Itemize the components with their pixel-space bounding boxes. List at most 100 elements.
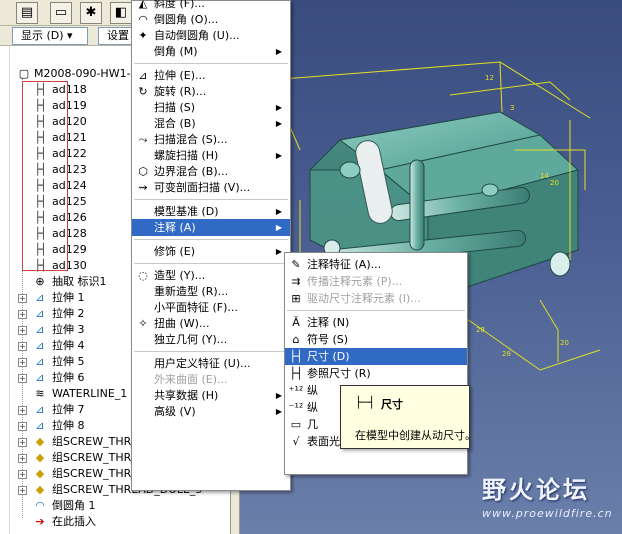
extrude-icon: ⊿ xyxy=(35,323,45,336)
menu-item: ⊞ 驱动尺寸注释元素 (I)... xyxy=(285,290,467,307)
menu-item-label: 外来曲面 (E)... xyxy=(154,373,228,386)
menu-item[interactable]: 高级 (V) ▶ xyxy=(132,403,290,420)
tree-view-icon[interactable]: ▤ xyxy=(16,2,38,24)
layer-icon[interactable]: ◧ xyxy=(110,2,132,24)
menu-item-label: 几 xyxy=(307,418,318,431)
round-icon: ◠ xyxy=(35,499,45,512)
submenu-arrow-icon: ▶ xyxy=(275,47,282,56)
menu-item: 外来曲面 (E)... xyxy=(132,371,290,388)
expand-icon[interactable]: + xyxy=(18,422,27,431)
tree-feature-label: 倒圆角 1 xyxy=(52,499,96,512)
expand-icon[interactable]: + xyxy=(18,374,27,383)
menu-item-label: 扭曲 (W)... xyxy=(154,317,210,330)
draft-icon: ◭ xyxy=(138,0,148,10)
menu-item[interactable]: ◠ 倒圆角 (O)... xyxy=(132,11,290,28)
menu-item[interactable]: ⇝ 可变剖面扫描 (V)... xyxy=(132,179,290,196)
menu-item[interactable]: ✎ 注释特征 (A)... xyxy=(285,256,467,273)
menu-item[interactable]: Ā 注释 (N) xyxy=(285,314,467,331)
menu-item[interactable]: ◌ 造型 (Y)... xyxy=(132,267,290,284)
submenu-arrow-icon: ▶ xyxy=(275,119,282,128)
star-icon[interactable]: ✱ xyxy=(80,2,102,24)
menu-item[interactable]: 混合 (B) ▶ xyxy=(132,115,290,132)
svg-text:20: 20 xyxy=(560,339,569,347)
tree-feature-label: 拉伸 2 xyxy=(52,307,85,320)
expand-icon[interactable]: + xyxy=(18,470,27,479)
menu-item[interactable]: 小平面特征 (F)... xyxy=(132,299,290,316)
tree-feature-label: 拉伸 3 xyxy=(52,323,85,336)
menu-item-label: 扫描 (S) xyxy=(154,101,196,114)
menu-item: ⇉ 传播注释元素 (P)... xyxy=(285,273,467,290)
watermark-url: www.proewildfire.cn xyxy=(482,507,613,520)
menu-item[interactable]: ✧ 扭曲 (W)... xyxy=(132,315,290,332)
menu-item[interactable]: 重新造型 (R)... xyxy=(132,283,290,300)
folder-icon[interactable]: ▭ xyxy=(50,2,72,24)
warp-icon: ✧ xyxy=(138,317,148,330)
submenu-arrow-icon: ▶ xyxy=(275,207,282,216)
svg-text:3: 3 xyxy=(510,104,514,112)
extrude-icon: ⊿ xyxy=(35,291,45,304)
menu-item[interactable]: 修饰 (E) ▶ xyxy=(132,243,290,260)
ordinate-ref-icon: ⁻¹² xyxy=(288,401,304,414)
menu-item-label: 注释特征 (A)... xyxy=(307,258,382,271)
expand-icon[interactable]: + xyxy=(18,342,27,351)
auto-round-icon: ✦ xyxy=(138,29,148,42)
extrude-icon: ⊿ xyxy=(35,419,45,432)
menu-item[interactable]: 用户定义特征 (U)... xyxy=(132,355,290,372)
menu-item[interactable]: ↻ 旋转 (R)... xyxy=(132,83,290,100)
driving-dim-icon: ⊞ xyxy=(291,292,301,305)
expand-icon[interactable]: + xyxy=(18,326,27,335)
expand-icon[interactable]: + xyxy=(18,454,27,463)
expand-icon[interactable]: + xyxy=(18,406,27,415)
menu-item[interactable]: 共享数据 (H) ▶ xyxy=(132,387,290,404)
expand-icon[interactable]: + xyxy=(18,294,27,303)
style-icon: ◌ xyxy=(138,269,148,282)
menu-item[interactable]: ├┤ 尺寸 (D) xyxy=(285,348,467,365)
ref-dim-icon: ├┤ xyxy=(289,367,303,380)
menu-item-label: 用户定义特征 (U)... xyxy=(154,357,251,370)
menu-item[interactable]: ⬡ 边界混合 (B)... xyxy=(132,163,290,180)
svg-text:28: 28 xyxy=(476,326,485,334)
expand-icon[interactable]: + xyxy=(18,358,27,367)
menu-separator xyxy=(287,310,465,311)
menu-item-label: 模型基准 (D) xyxy=(154,205,219,218)
submenu-arrow-icon: ▶ xyxy=(275,407,282,416)
expand-icon[interactable]: + xyxy=(18,438,27,447)
expand-icon[interactable]: + xyxy=(18,486,27,495)
menu-separator xyxy=(134,351,288,352)
menu-item[interactable]: ⌂ 符号 (S) xyxy=(285,331,467,348)
tree-feature-label: 拉伸 1 xyxy=(52,291,85,304)
menu-separator xyxy=(134,199,288,200)
menu-item-label: 驱动尺寸注释元素 (I)... xyxy=(307,292,421,305)
menu-item[interactable]: ⊿ 拉伸 (E)... xyxy=(132,67,290,84)
round-icon: ◠ xyxy=(138,13,148,26)
menu-item[interactable]: 螺旋扫描 (H) ▶ xyxy=(132,147,290,164)
screw-group-icon: ◆ xyxy=(35,483,45,496)
submenu-arrow-icon: ▶ xyxy=(275,247,282,256)
menu-item[interactable]: 注释 (A) ▶ xyxy=(132,219,290,236)
display-dropdown[interactable]: 显示 (D) ▾ xyxy=(12,27,88,45)
menu-item-label: 共享数据 (H) xyxy=(154,389,219,402)
menu-item-label: 纵 xyxy=(307,401,318,414)
menu-item[interactable]: 倒角 (M) ▶ xyxy=(132,43,290,60)
menu-separator xyxy=(134,239,288,240)
menu-item[interactable]: 独立几何 (Y)... xyxy=(132,331,290,348)
menu-item-label: 扫描混合 (S)... xyxy=(154,133,228,146)
menu-item[interactable]: 模型基准 (D) ▶ xyxy=(132,203,290,220)
extrude-icon: ⊿ xyxy=(35,371,45,384)
extrude-icon: ⊿ xyxy=(35,403,45,416)
annotation-feature-icon: ✎ xyxy=(291,258,301,271)
menu-item[interactable]: 扫描 (S) ▶ xyxy=(132,99,290,116)
menu-item[interactable]: ⤳ 扫描混合 (S)... xyxy=(132,131,290,148)
part-icon: ▢ xyxy=(18,67,30,80)
extrude-icon: ⊿ xyxy=(35,355,45,368)
var-sweep-icon: ⇝ xyxy=(138,181,148,194)
boundary-blend-icon: ⬡ xyxy=(138,165,148,178)
menu-item-label: 注释 (N) xyxy=(307,316,350,329)
tooltip-description: 在模型中创建从动尺寸。 xyxy=(355,429,476,442)
expand-icon[interactable]: + xyxy=(18,310,27,319)
menu-item-label: 可变剖面扫描 (V)... xyxy=(154,181,251,194)
menu-item-label: 重新造型 (R)... xyxy=(154,285,229,298)
menu-item[interactable]: ├┤ 参照尺寸 (R) xyxy=(285,365,467,382)
menu-item[interactable]: ✦ 自动倒圆角 (U)... xyxy=(132,27,290,44)
menu-item-label: 倒角 (M) xyxy=(154,45,198,58)
